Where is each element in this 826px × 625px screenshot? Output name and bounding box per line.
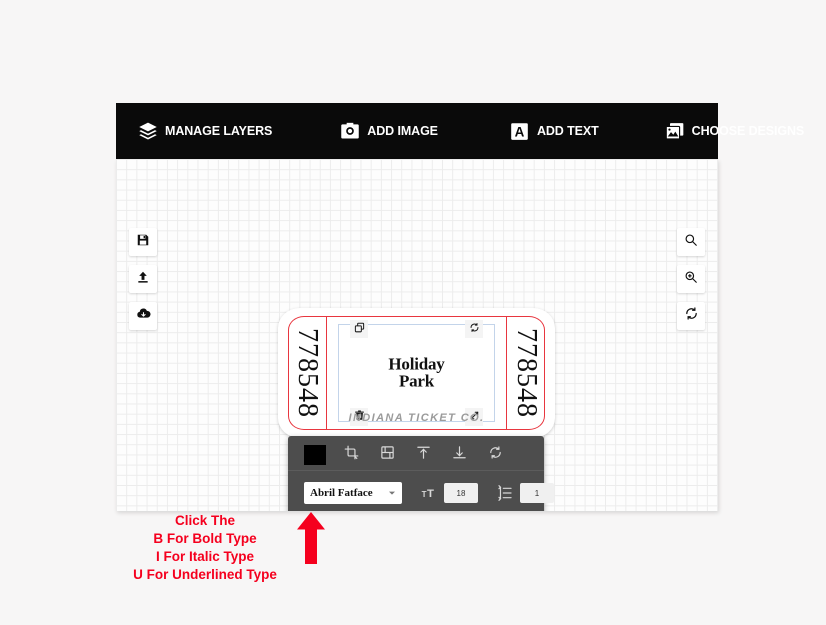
svg-text:A: A	[515, 124, 525, 139]
rotate-button[interactable]	[484, 445, 506, 465]
flip-icon	[380, 445, 395, 465]
nav-item-add-text[interactable]: A ADD TEXT	[510, 103, 599, 159]
font-family-value: Abril Fatface	[310, 487, 373, 499]
line-height-icon	[496, 484, 514, 502]
letter-a-icon: A	[510, 121, 530, 141]
annotation-line-1: Click The	[174, 513, 236, 528]
align-bottom-icon	[452, 445, 467, 465]
photo-stack-icon	[665, 121, 685, 141]
annotation-line-4: U For Underlined Type	[133, 566, 277, 582]
svg-text:T: T	[422, 490, 427, 499]
cloud-download-button[interactable]	[129, 302, 157, 330]
font-size-group: T T 18	[420, 483, 478, 503]
nav-item-add-image[interactable]: ADD IMAGE	[340, 103, 438, 159]
panel-row-tools	[288, 436, 544, 470]
text-formatting-panel: Abril Fatface T T 18 1	[288, 436, 554, 511]
chevron-down-icon	[388, 484, 396, 502]
font-size-input[interactable]: 18	[444, 483, 478, 503]
rotate-icon	[469, 320, 480, 338]
ticket-serial-right: 778548	[511, 328, 542, 418]
zoom-in-button[interactable]	[677, 265, 705, 293]
annotation-line-3: I For Italic Type	[155, 548, 255, 564]
top-navigation-bar: MANAGE LAYERS ADD IMAGE A ADD TEXT CHOOS…	[116, 103, 804, 159]
line-height-group: 1	[496, 483, 554, 503]
camera-icon	[340, 121, 360, 141]
duplicate-handle[interactable]	[350, 320, 368, 338]
copy-icon	[354, 320, 365, 338]
text-color-swatch[interactable]	[304, 445, 326, 465]
rotate-icon	[488, 445, 503, 465]
ticket-serial-left: 778548	[292, 328, 323, 418]
crop-icon	[344, 445, 359, 465]
upload-arrow-icon	[136, 270, 150, 289]
up-arrow-icon	[296, 512, 326, 564]
flip-button[interactable]	[376, 445, 398, 465]
upload-button[interactable]	[129, 265, 157, 293]
reset-button[interactable]	[677, 302, 705, 330]
nav-item-choose-designs[interactable]: CHOOSE DESIGNS	[665, 103, 805, 159]
align-bottom-button[interactable]	[448, 445, 470, 465]
rotate-handle[interactable]	[465, 320, 483, 338]
svg-text:T: T	[427, 488, 434, 500]
nav-label-choose-designs: CHOOSE DESIGNS	[691, 124, 805, 138]
zoom-out-button[interactable]	[677, 228, 705, 256]
magnifier-icon	[684, 233, 698, 252]
ticket-brand-text: INDIANA TICKET CO.	[348, 412, 485, 424]
ticket-designer-app: MANAGE LAYERS ADD IMAGE A ADD TEXT CHOOS…	[116, 103, 804, 511]
nav-label-add-text: ADD TEXT	[536, 124, 599, 138]
nav-label-add-image: ADD IMAGE	[367, 124, 438, 138]
layers-icon	[138, 121, 158, 141]
cloud-download-icon	[136, 306, 151, 326]
ticket-headline[interactable]: Holiday Park	[336, 354, 497, 391]
refresh-icon	[684, 306, 699, 326]
magnifier-plus-icon	[684, 270, 698, 289]
save-button[interactable]	[129, 228, 157, 256]
nav-label-manage-layers: MANAGE LAYERS	[165, 124, 273, 138]
line-height-input[interactable]: 1	[520, 483, 554, 503]
ticket-headline-line2: Park	[398, 372, 435, 391]
annotation-line-2: B For Bold Type	[153, 530, 257, 546]
align-top-button[interactable]	[412, 445, 434, 465]
nav-item-manage-layers[interactable]: MANAGE LAYERS	[138, 103, 272, 159]
font-family-select[interactable]: Abril Fatface	[304, 482, 402, 504]
annotation-text: Click The B For Bold Type I For Italic T…	[96, 512, 314, 584]
design-canvas[interactable]: 778548 778548 Holiday Park INDIANA TICKE…	[116, 159, 718, 511]
ticket-headline-line1: Holiday	[388, 354, 445, 374]
floppy-disk-icon	[136, 233, 150, 252]
crop-button[interactable]	[340, 445, 362, 465]
panel-row-font: Abril Fatface T T 18 1	[288, 470, 554, 511]
ticket-artwork[interactable]: 778548 778548 Holiday Park INDIANA TICKE…	[278, 308, 555, 438]
font-size-icon: T T	[420, 484, 438, 502]
align-top-icon	[416, 445, 431, 465]
